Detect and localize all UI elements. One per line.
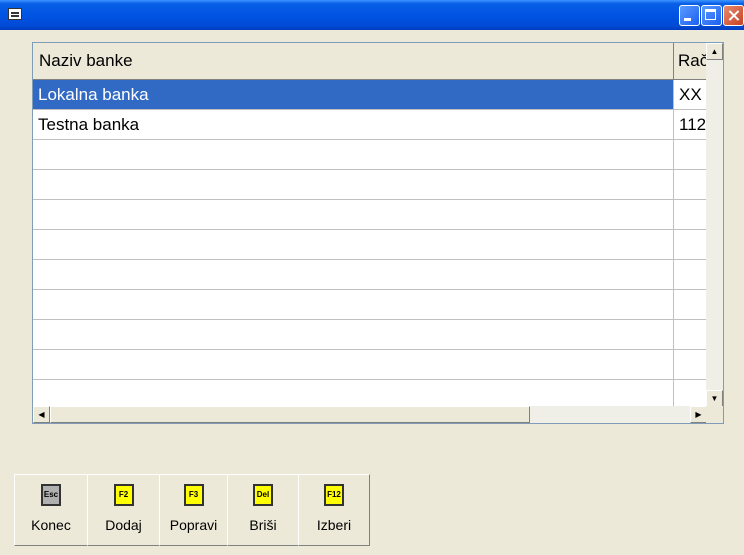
scroll-up-icon[interactable]: ▲ [706,43,723,60]
scroll-left-icon[interactable]: ◀ [33,406,50,423]
table-row[interactable] [33,170,707,200]
cell-racun[interactable]: 1123 [674,110,707,140]
scrollbar-corner [706,406,723,423]
cell-naziv[interactable] [33,140,674,170]
table-row[interactable] [33,290,707,320]
minimize-button[interactable] [679,5,700,26]
konec-button[interactable]: Esc Konec [14,474,88,546]
table-row[interactable] [33,350,707,380]
table-row[interactable]: Lokalna banka XX [33,80,707,110]
cell-racun[interactable] [674,200,707,230]
horizontal-scroll-thumb[interactable] [50,406,530,423]
title-bar[interactable] [0,0,744,30]
cell-racun[interactable] [674,320,707,350]
cell-naziv[interactable] [33,290,674,320]
cell-naziv[interactable] [33,170,674,200]
scroll-right-icon[interactable]: ▶ [690,406,707,423]
cell-naziv[interactable] [33,200,674,230]
button-label: Popravi [169,517,218,533]
table-row[interactable] [33,230,707,260]
cell-racun[interactable] [674,140,707,170]
cell-naziv[interactable]: Lokalna banka [33,80,674,110]
button-label: Konec [31,517,71,533]
cell-naziv[interactable] [33,350,674,380]
table-row[interactable] [33,260,707,290]
esc-key-icon: Esc [41,484,61,506]
horizontal-scrollbar[interactable]: ◀ ▶ [33,406,707,423]
cell-naziv[interactable]: Testna banka [33,110,674,140]
cell-naziv[interactable] [33,320,674,350]
brii-button[interactable]: Del Briši [227,474,299,546]
vertical-scrollbar[interactable]: ▲ ▼ [706,43,723,407]
table-row[interactable]: Testna banka1123 [33,110,707,140]
cell-racun[interactable] [674,290,707,320]
del-key-icon: Del [253,484,273,506]
cell-racun[interactable] [674,230,707,260]
dodaj-button[interactable]: F2 Dodaj [87,474,160,546]
table-row[interactable] [33,320,707,350]
f12-key-icon: F12 [324,484,344,506]
close-button[interactable] [723,5,744,26]
scroll-down-icon[interactable]: ▼ [706,390,723,407]
button-label: Dodaj [105,517,142,533]
maximize-button[interactable] [701,5,722,26]
app-menu-icon[interactable] [8,8,22,20]
table-row[interactable] [33,140,707,170]
cell-racun[interactable] [674,350,707,380]
table-row[interactable] [33,200,707,230]
banks-grid[interactable]: Naziv banke Rač Lokalna banka XX Testna ba… [32,42,724,424]
column-header-naziv[interactable]: Naziv banke [33,43,674,80]
cell-racun[interactable] [674,260,707,290]
column-header-racun[interactable]: Rač [674,43,707,80]
button-label: Izberi [316,517,352,533]
cell-racun[interactable]: XX [674,80,707,110]
cell-racun[interactable] [674,170,707,200]
izberi-button[interactable]: F12 Izberi [298,474,370,546]
button-label: Briši [249,517,277,533]
cell-naziv[interactable] [33,230,674,260]
f2-key-icon: F2 [113,484,134,506]
f3-key-icon: F3 [183,484,204,506]
cell-naziv[interactable] [33,260,674,290]
popravi-button[interactable]: F3 Popravi [159,474,228,546]
